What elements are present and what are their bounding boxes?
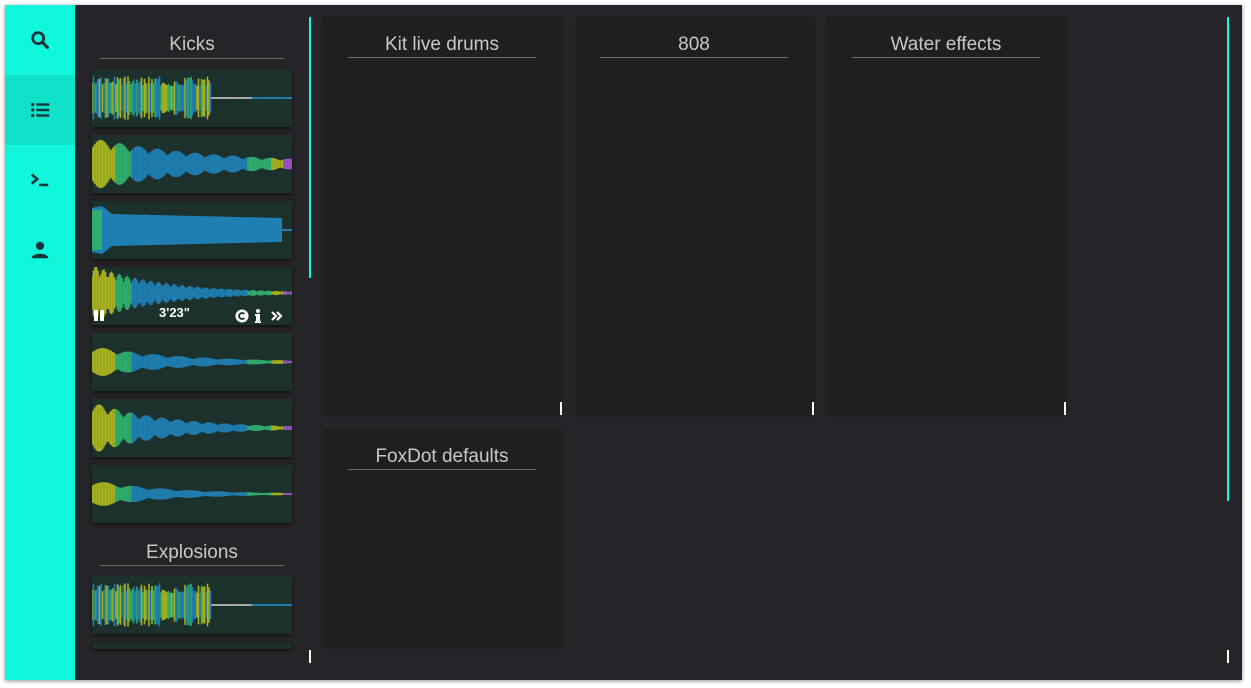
title-divider	[348, 469, 536, 470]
sample-waveform[interactable]	[92, 465, 292, 523]
sample-waveform[interactable]	[92, 333, 292, 391]
panel-resize-handle[interactable]	[1064, 402, 1066, 415]
panels-scroll-indicator[interactable]	[1227, 17, 1229, 501]
panel-foxdot-defaults[interactable]: FoxDot defaults	[323, 429, 563, 649]
waveform-graphic	[92, 404, 292, 452]
waveform-graphic	[92, 206, 292, 254]
title-divider	[852, 57, 1040, 58]
search-icon	[31, 31, 49, 49]
panel-808[interactable]: 808	[575, 17, 815, 417]
waveform-graphic	[92, 482, 292, 506]
panel-water-effects[interactable]: Water effects	[827, 17, 1067, 417]
account-nav-button[interactable]	[5, 215, 75, 285]
copyright-icon	[235, 309, 249, 323]
terminal-icon	[30, 173, 49, 187]
panel-resize-handle[interactable]	[812, 402, 814, 415]
sample-waveform[interactable]	[92, 399, 292, 457]
title-divider	[100, 565, 284, 566]
list-icon	[31, 102, 50, 118]
sample-waveform[interactable]	[92, 69, 292, 127]
info-button[interactable]	[254, 308, 264, 324]
more-button[interactable]	[270, 309, 284, 323]
double-chevron-right-icon	[271, 311, 283, 321]
panel-title: Water effects	[890, 34, 1002, 55]
title-divider	[348, 57, 536, 58]
title-divider	[600, 57, 788, 58]
panel-resize-handle[interactable]	[560, 402, 562, 415]
info-icon	[255, 309, 261, 323]
explosions-title: Explosions	[146, 542, 238, 563]
waveform-graphic	[92, 139, 292, 189]
kicks-title: Kicks	[169, 34, 215, 55]
lists-nav-button[interactable]	[5, 75, 75, 145]
column-resize-handle[interactable]	[309, 650, 311, 663]
user-icon	[31, 241, 49, 259]
license-button[interactable]	[235, 309, 249, 323]
search-nav-button[interactable]	[5, 5, 75, 75]
title-divider	[100, 58, 284, 59]
samples-scroll-indicator[interactable]	[309, 17, 311, 278]
player-controls: 3'23"	[92, 305, 292, 325]
panel-title: 808	[678, 34, 710, 55]
sidebar	[5, 5, 75, 680]
sample-waveform[interactable]	[92, 576, 292, 634]
pause-icon	[94, 310, 104, 321]
panel-title: Kit live drums	[384, 34, 500, 55]
panel-kit-live-drums[interactable]: Kit live drums	[323, 17, 563, 417]
app-window: Kicks Explosions Kit live drums 808 Wate…	[5, 5, 1242, 680]
sample-waveform[interactable]	[92, 135, 292, 193]
sample-waveform[interactable]	[92, 201, 292, 259]
column-resize-handle[interactable]	[1227, 650, 1229, 663]
playback-time: 3'23"	[159, 305, 190, 320]
panel-title: FoxDot defaults	[375, 446, 509, 467]
sample-waveform[interactable]	[92, 643, 292, 649]
pause-button[interactable]	[93, 309, 105, 323]
waveform-graphic	[92, 348, 292, 376]
sample-waveform[interactable]: 3'23"	[92, 267, 292, 325]
waveform-graphic	[92, 76, 292, 120]
console-nav-button[interactable]	[5, 145, 75, 215]
waveform-graphic	[92, 583, 292, 627]
